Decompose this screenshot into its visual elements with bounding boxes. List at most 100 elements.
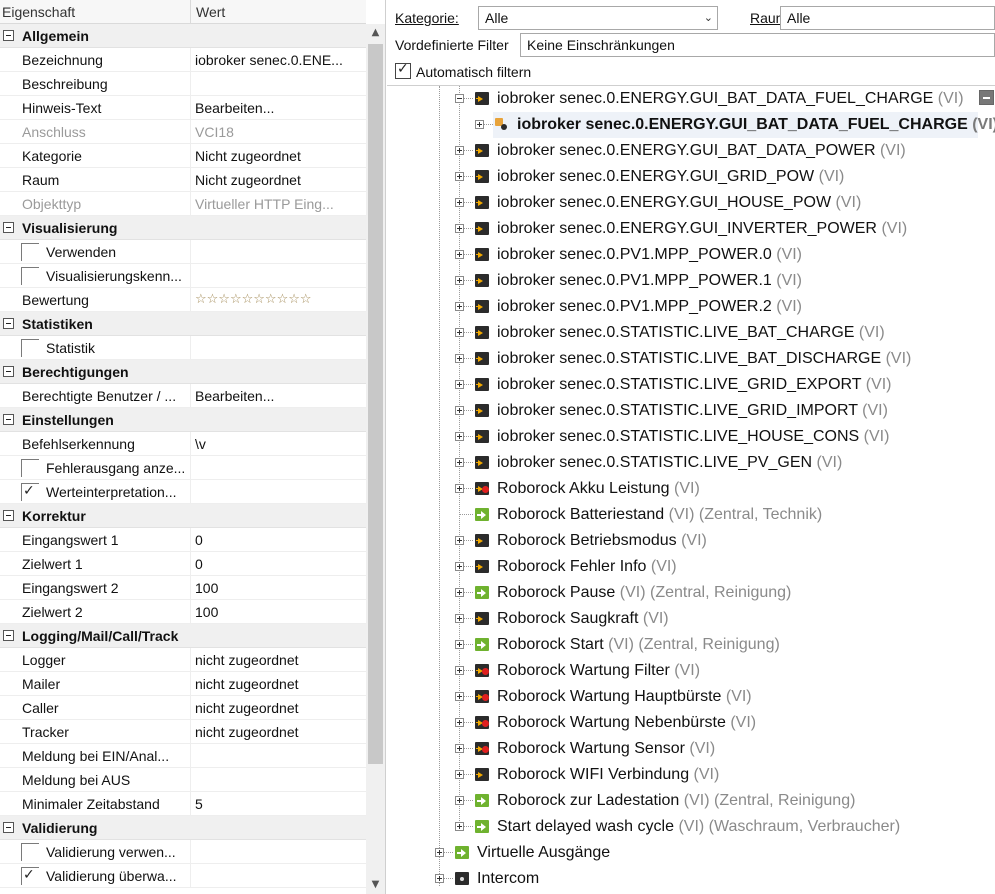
property-checkbox[interactable]: [21, 339, 39, 357]
property-value[interactable]: nicht zugeordnet: [191, 696, 348, 719]
scroll-up-icon[interactable]: ▲: [366, 24, 385, 42]
expand-icon[interactable]: [455, 692, 464, 701]
expand-icon[interactable]: [455, 172, 464, 181]
tree-item[interactable]: iobroker senec.0.ENERGY.GUI_HOUSE_POW (V…: [473, 190, 861, 216]
category-visualisierung[interactable]: Visualisierung: [0, 216, 366, 240]
tree-item[interactable]: Roborock Wartung Nebenbürste (VI): [473, 710, 756, 736]
property-value[interactable]: [191, 264, 348, 287]
expand-icon[interactable]: [435, 874, 444, 883]
property-checkbox[interactable]: [21, 267, 39, 285]
property-row[interactable]: Raum Nicht zugeordnet: [0, 168, 366, 192]
property-value[interactable]: nicht zugeordnet: [191, 720, 348, 743]
tree-item[interactable]: Roborock WIFI Verbindung (VI): [473, 762, 719, 788]
tree-item[interactable]: Roborock Betriebsmodus (VI): [473, 528, 707, 554]
property-row[interactable]: Objekttyp Virtueller HTTP Eing...: [0, 192, 366, 216]
property-value[interactable]: nicht zugeordnet: [191, 672, 348, 695]
tree-item[interactable]: iobroker senec.0.ENERGY.GUI_BAT_DATA_FUE…: [493, 112, 995, 138]
category-logging-mail-call-track[interactable]: Logging/Mail/Call/Track: [0, 624, 366, 648]
tree-item[interactable]: Roborock Saugkraft (VI): [473, 606, 669, 632]
expand-icon[interactable]: [455, 458, 464, 467]
collapse-icon[interactable]: [3, 222, 14, 233]
tree-item[interactable]: iobroker senec.0.STATISTIC.LIVE_PV_GEN (…: [473, 450, 842, 476]
expand-icon[interactable]: [455, 718, 464, 727]
expand-icon[interactable]: [455, 380, 464, 389]
category-berechtigungen[interactable]: Berechtigungen: [0, 360, 366, 384]
tree-item[interactable]: iobroker senec.0.STATISTIC.LIVE_GRID_EXP…: [473, 372, 892, 398]
property-value[interactable]: iobroker senec.0.ENE...: [191, 48, 348, 71]
property-checkbox[interactable]: [21, 843, 39, 861]
tree-item[interactable]: iobroker senec.0.STATISTIC.LIVE_BAT_DISC…: [473, 346, 911, 372]
property-value[interactable]: [191, 744, 348, 767]
property-value[interactable]: 100: [191, 600, 348, 623]
chevron-down-icon[interactable]: ⌄: [704, 7, 713, 29]
column-header-property[interactable]: Eigenschaft: [2, 0, 75, 24]
tree-item[interactable]: iobroker senec.0.ENERGY.GUI_BAT_DATA_POW…: [473, 138, 906, 164]
tree-item[interactable]: Roborock Fehler Info (VI): [473, 554, 677, 580]
property-value[interactable]: [191, 336, 348, 359]
tree-item[interactable]: Start delayed wash cycle (VI) (Waschraum…: [473, 814, 900, 840]
collapse-all-button[interactable]: [979, 90, 994, 105]
tree-item[interactable]: Intercom: [453, 866, 539, 892]
expand-icon[interactable]: [455, 666, 464, 675]
property-value[interactable]: 0: [191, 552, 348, 575]
property-row[interactable]: Validierung überwa...: [0, 863, 366, 888]
property-value[interactable]: [191, 864, 348, 887]
room-select[interactable]: Alle: [780, 6, 995, 30]
property-checkbox[interactable]: [21, 863, 39, 887]
category-korrektur[interactable]: Korrektur: [0, 504, 366, 528]
autofilter-label[interactable]: Automatisch filtern: [416, 60, 531, 84]
property-value[interactable]: Bearbeiten...: [191, 96, 348, 119]
expand-icon[interactable]: [435, 848, 444, 857]
column-separator[interactable]: [190, 0, 191, 24]
property-row[interactable]: Meldung bei AUS: [0, 768, 366, 792]
tree-item[interactable]: Roborock Batteriestand (VI) (Zentral, Te…: [473, 502, 822, 528]
expand-icon[interactable]: [455, 224, 464, 233]
property-value[interactable]: [191, 480, 348, 503]
property-row[interactable]: Tracker nicht zugeordnet: [0, 720, 366, 744]
expand-icon[interactable]: [455, 770, 464, 779]
expand-icon[interactable]: [455, 588, 464, 597]
property-value[interactable]: VCI18: [191, 120, 348, 143]
property-row[interactable]: Berechtigte Benutzer / ... Bearbeiten...: [0, 384, 366, 408]
expand-icon[interactable]: [455, 432, 464, 441]
expand-icon[interactable]: [455, 354, 464, 363]
collapse-icon[interactable]: [3, 414, 14, 425]
property-row[interactable]: Meldung bei EIN/Anal...: [0, 744, 366, 768]
tree-item[interactable]: Roborock Wartung Hauptbürste (VI): [473, 684, 752, 710]
expand-icon[interactable]: [455, 822, 464, 831]
property-value[interactable]: 0: [191, 528, 348, 551]
property-value[interactable]: [191, 240, 348, 263]
property-row[interactable]: Eingangswert 2 100: [0, 576, 366, 600]
property-value[interactable]: Nicht zugeordnet: [191, 144, 348, 167]
property-value[interactable]: \v: [191, 432, 348, 455]
tree-item[interactable]: iobroker senec.0.ENERGY.GUI_INVERTER_POW…: [473, 216, 907, 242]
property-value[interactable]: Bearbeiten...: [191, 384, 348, 407]
tree-item[interactable]: iobroker senec.0.ENERGY.GUI_GRID_POW (VI…: [473, 164, 844, 190]
rating-stars[interactable]: ☆☆☆☆☆☆☆☆☆☆: [191, 288, 348, 311]
tree-item[interactable]: Roborock zur Ladestation (VI) (Zentral, …: [473, 788, 855, 814]
property-row[interactable]: Logger nicht zugeordnet: [0, 648, 366, 672]
property-row[interactable]: Befehlserkennung \v: [0, 432, 366, 456]
tree-item[interactable]: iobroker senec.0.PV1.MPP_POWER.1 (VI): [473, 268, 802, 294]
property-checkbox[interactable]: [21, 243, 39, 261]
property-row[interactable]: Statistik: [0, 336, 366, 360]
property-row[interactable]: Fehlerausgang anze...: [0, 456, 366, 480]
property-row[interactable]: Bewertung ☆☆☆☆☆☆☆☆☆☆: [0, 288, 366, 312]
property-row[interactable]: Visualisierungskenn...: [0, 264, 366, 288]
predefined-filter-field[interactable]: Keine Einschränkungen: [520, 33, 995, 57]
category-einstellungen[interactable]: Einstellungen: [0, 408, 366, 432]
property-row[interactable]: Verwenden: [0, 240, 366, 264]
property-row[interactable]: Eingangswert 1 0: [0, 528, 366, 552]
property-row[interactable]: Anschluss VCI18: [0, 120, 366, 144]
scroll-down-icon[interactable]: ▼: [366, 876, 385, 894]
expand-icon[interactable]: [455, 484, 464, 493]
property-row[interactable]: Validierung verwen...: [0, 840, 366, 864]
tree-item[interactable]: iobroker senec.0.STATISTIC.LIVE_HOUSE_CO…: [473, 424, 889, 450]
collapse-icon[interactable]: [3, 318, 14, 329]
property-row[interactable]: Caller nicht zugeordnet: [0, 696, 366, 720]
tree-item[interactable]: iobroker senec.0.PV1.MPP_POWER.0 (VI): [473, 242, 802, 268]
object-tree[interactable]: iobroker senec.0.ENERGY.GUI_BAT_DATA_FUE…: [387, 86, 995, 894]
expand-icon[interactable]: [455, 250, 464, 259]
collapse-icon[interactable]: [3, 822, 14, 833]
category-validierung[interactable]: Validierung: [0, 816, 366, 840]
